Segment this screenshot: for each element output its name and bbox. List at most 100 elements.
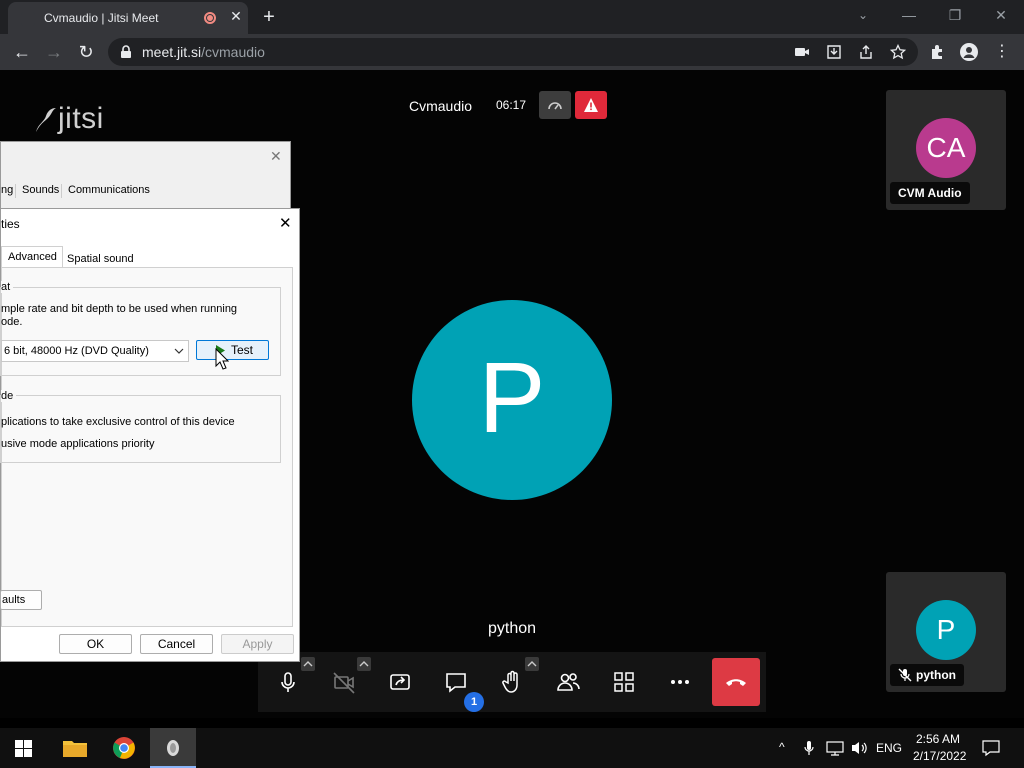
ok-button[interactable]: OK	[59, 634, 132, 654]
file-explorer-icon[interactable]	[62, 738, 88, 758]
url-text[interactable]: meet.jit.si/cvmaudio	[142, 44, 265, 60]
windows-taskbar: ^ ENG 2:56 AM 2/17/2022	[0, 728, 1024, 768]
meeting-name: Cvmaudio	[409, 98, 473, 114]
browser-toolbar: ← → ↻ meet.jit.si/cvmaudio ⋮	[0, 34, 1024, 70]
chevron-up-icon	[359, 661, 369, 667]
install-app-icon[interactable]	[826, 44, 842, 60]
browser-tab-bar: Cvmaudio | Jitsi Meet ✕ + ⌄ — ❐ ✕	[0, 0, 1024, 34]
chat-unread-badge: 1	[464, 692, 484, 712]
url-path: /cvmaudio	[201, 44, 265, 60]
raise-hand-icon	[502, 670, 518, 693]
participants-button[interactable]	[554, 668, 582, 696]
speedometer-icon	[548, 102, 562, 110]
tab-title: Cvmaudio | Jitsi Meet	[44, 11, 159, 25]
more-actions-button[interactable]	[666, 668, 694, 696]
more-dots-icon	[671, 680, 689, 684]
chrome-taskbar-icon[interactable]	[112, 736, 136, 760]
show-hidden-icons-chevron-up-icon[interactable]: ^	[779, 740, 785, 754]
exclusive-control-checkbox[interactable]: plications to take exclusive control of …	[1, 416, 235, 428]
connection-warning-button[interactable]	[575, 91, 607, 119]
exclusive-mode-group	[0, 395, 281, 463]
participant-thumbnail[interactable]: P python	[886, 572, 1006, 692]
format-description-1: mple rate and bit depth to be used when …	[1, 303, 238, 315]
browser-tab[interactable]: Cvmaudio | Jitsi Meet ✕	[8, 2, 248, 34]
url-host: meet.jit.si	[142, 44, 202, 60]
share-icon[interactable]	[858, 44, 874, 60]
address-bar[interactable]: meet.jit.si/cvmaudio	[108, 38, 918, 66]
conference-timer: 06:17	[496, 98, 527, 112]
exclusive-priority-checkbox[interactable]: usive mode applications priority	[1, 438, 154, 450]
tab-sounds[interactable]: Sounds	[22, 184, 59, 196]
mouse-cursor-icon	[215, 348, 229, 370]
windows-start-icon[interactable]	[15, 740, 32, 757]
camera-button[interactable]	[330, 668, 358, 696]
clock-date[interactable]: 2/17/2022	[913, 749, 966, 763]
dialog-title: ties	[1, 217, 20, 231]
screen-share-icon	[390, 674, 410, 690]
bookmark-star-icon[interactable]	[890, 44, 906, 60]
format-select[interactable]: 6 bit, 48000 Hz (DVD Quality)	[1, 340, 189, 362]
performance-settings-button[interactable]	[539, 91, 571, 119]
hangup-button[interactable]	[712, 658, 760, 706]
clock-time[interactable]: 2:56 AM	[916, 732, 960, 746]
chevron-up-icon	[527, 661, 537, 667]
sound-dialog-tabs: ng Sounds Communications	[1, 184, 150, 198]
audio-settings-caret[interactable]	[301, 657, 315, 671]
default-format-group	[0, 287, 281, 376]
participant-avatar: P	[916, 600, 976, 660]
jitsi-logo-text: jitsi	[58, 102, 104, 135]
camera-off-icon	[333, 672, 355, 694]
notification-center-icon[interactable]	[982, 739, 1000, 757]
tab-search-icon[interactable]: ⌄	[840, 0, 886, 32]
test-button[interactable]: Test	[196, 340, 269, 360]
tab-advanced[interactable]: Advanced	[1, 246, 63, 268]
tab-communications[interactable]: Communications	[68, 184, 150, 196]
screen-share-button[interactable]	[386, 668, 414, 696]
muted-mic-icon	[898, 668, 912, 682]
restore-defaults-button[interactable]: aults	[0, 590, 42, 610]
format-description-2: ode.	[1, 316, 23, 328]
microphone-tray-icon[interactable]	[803, 740, 815, 756]
jitsi-logo[interactable]: jitsi	[32, 102, 104, 136]
forward-button[interactable]: →	[42, 40, 66, 64]
microphone-button[interactable]	[274, 668, 302, 696]
chat-icon	[446, 673, 466, 693]
tab-playback[interactable]: ng	[1, 184, 13, 196]
profile-icon[interactable]	[960, 43, 978, 61]
reactions-caret[interactable]	[525, 657, 539, 671]
tab-spatial-sound[interactable]: Spatial sound	[67, 253, 134, 265]
reload-button[interactable]: ↻	[74, 40, 98, 64]
warning-icon	[584, 98, 598, 112]
device-properties-dialog: ties ✕ Advanced Spatial sound at mple ra…	[0, 208, 300, 662]
network-icon[interactable]	[826, 740, 844, 756]
back-button[interactable]: ←	[10, 40, 34, 64]
jitsi-logo-icon	[36, 108, 56, 132]
jitsi-favicon-icon	[21, 12, 35, 26]
test-button-label: Test	[231, 343, 254, 357]
language-indicator[interactable]: ENG	[876, 741, 902, 755]
apply-button[interactable]: Apply	[221, 634, 294, 654]
lock-icon[interactable]	[120, 45, 132, 59]
active-app-button[interactable]	[150, 728, 196, 768]
participants-icon	[557, 673, 580, 691]
raise-hand-button[interactable]	[498, 668, 526, 696]
participant-thumbnail[interactable]: CA CVM Audio	[886, 90, 1006, 210]
default-format-label: at	[1, 281, 14, 293]
chat-button[interactable]	[442, 668, 470, 696]
sound-dialog-close-button[interactable]: ✕	[270, 148, 282, 165]
extensions-icon[interactable]	[929, 44, 945, 60]
tile-view-button[interactable]	[610, 668, 638, 696]
chevron-up-icon	[303, 661, 313, 667]
new-tab-button[interactable]: +	[258, 6, 280, 28]
window-close-button[interactable]: ✕	[978, 0, 1024, 32]
minimize-button[interactable]: —	[886, 0, 932, 32]
tab-close-icon[interactable]: ✕	[228, 8, 244, 24]
volume-icon[interactable]	[850, 740, 868, 756]
cancel-button[interactable]: Cancel	[140, 634, 213, 654]
chevron-down-icon	[174, 348, 184, 354]
chrome-menu-icon[interactable]: ⋮	[990, 40, 1014, 64]
video-settings-caret[interactable]	[357, 657, 371, 671]
camera-in-use-icon[interactable]	[794, 45, 810, 59]
restore-button[interactable]: ❐	[932, 0, 978, 32]
dialog-close-button[interactable]: ✕	[279, 214, 292, 232]
